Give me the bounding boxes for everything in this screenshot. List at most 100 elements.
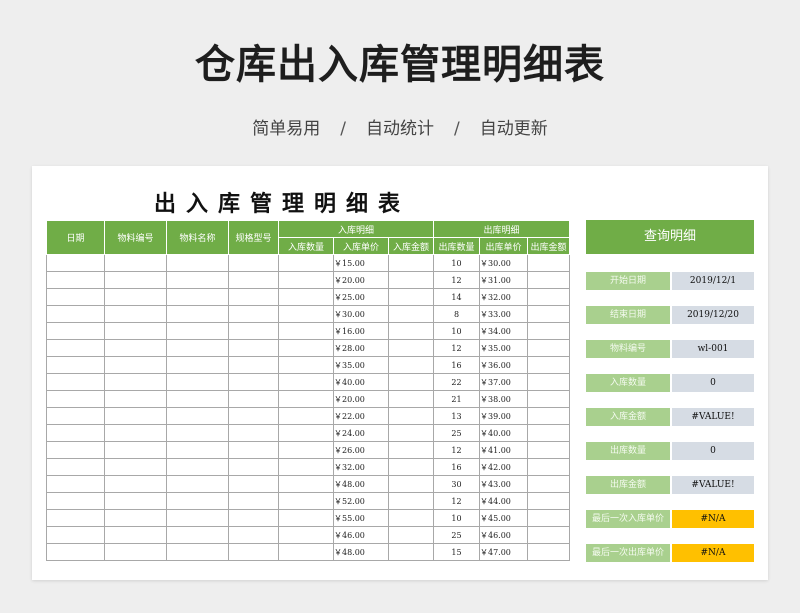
cell-date[interactable]	[46, 424, 105, 442]
cell-item-code[interactable]	[104, 322, 167, 340]
cell-date[interactable]	[46, 526, 105, 544]
query-field-value[interactable]: 2019/12/1	[672, 272, 754, 290]
cell-spec[interactable]	[228, 390, 279, 408]
cell-out-qty[interactable]: 15	[433, 543, 480, 561]
cell-spec[interactable]	[228, 407, 279, 425]
cell-in-qty[interactable]	[278, 322, 334, 340]
cell-item-code[interactable]	[104, 373, 167, 391]
cell-out-amount[interactable]	[527, 424, 570, 442]
cell-out-amount[interactable]	[527, 305, 570, 323]
cell-in-amount[interactable]	[388, 254, 434, 272]
cell-in-qty[interactable]	[278, 390, 334, 408]
cell-item-name[interactable]	[166, 390, 229, 408]
cell-item-name[interactable]	[166, 254, 229, 272]
cell-date[interactable]	[46, 373, 105, 391]
cell-in-amount[interactable]	[388, 356, 434, 374]
cell-item-name[interactable]	[166, 271, 229, 289]
cell-out-price[interactable]: ￥43.00	[479, 475, 528, 493]
cell-out-qty[interactable]: 12	[433, 492, 480, 510]
cell-date[interactable]	[46, 339, 105, 357]
col-header-in-amount[interactable]: 入库金额	[388, 237, 434, 255]
cell-out-price[interactable]: ￥38.00	[479, 390, 528, 408]
col-header-item-code[interactable]: 物料编号	[104, 220, 167, 255]
cell-date[interactable]	[46, 492, 105, 510]
cell-in-qty[interactable]	[278, 509, 334, 527]
cell-spec[interactable]	[228, 424, 279, 442]
cell-item-code[interactable]	[104, 509, 167, 527]
cell-in-qty[interactable]	[278, 271, 334, 289]
cell-out-qty[interactable]: 8	[433, 305, 480, 323]
cell-item-name[interactable]	[166, 322, 229, 340]
cell-out-price[interactable]: ￥34.00	[479, 322, 528, 340]
cell-in-amount[interactable]	[388, 509, 434, 527]
cell-in-price[interactable]: ￥52.00	[333, 492, 389, 510]
cell-in-qty[interactable]	[278, 492, 334, 510]
cell-out-qty[interactable]: 16	[433, 356, 480, 374]
cell-item-code[interactable]	[104, 526, 167, 544]
cell-out-qty[interactable]: 30	[433, 475, 480, 493]
cell-spec[interactable]	[228, 271, 279, 289]
cell-out-amount[interactable]	[527, 526, 570, 544]
cell-item-name[interactable]	[166, 509, 229, 527]
cell-out-qty[interactable]: 22	[433, 373, 480, 391]
cell-out-price[interactable]: ￥41.00	[479, 441, 528, 459]
cell-in-price[interactable]: ￥25.00	[333, 288, 389, 306]
col-header-in-price[interactable]: 入库单价	[333, 237, 389, 255]
cell-out-price[interactable]: ￥32.00	[479, 288, 528, 306]
cell-item-code[interactable]	[104, 441, 167, 459]
cell-item-name[interactable]	[166, 458, 229, 476]
cell-out-price[interactable]: ￥30.00	[479, 254, 528, 272]
cell-out-price[interactable]: ￥39.00	[479, 407, 528, 425]
col-group-outbound[interactable]: 出库明细	[433, 220, 570, 238]
cell-out-price[interactable]: ￥36.00	[479, 356, 528, 374]
cell-spec[interactable]	[228, 254, 279, 272]
col-header-spec[interactable]: 规格型号	[228, 220, 279, 255]
cell-item-name[interactable]	[166, 305, 229, 323]
cell-spec[interactable]	[228, 526, 279, 544]
cell-in-qty[interactable]	[278, 288, 334, 306]
cell-out-amount[interactable]	[527, 509, 570, 527]
cell-out-price[interactable]: ￥47.00	[479, 543, 528, 561]
cell-in-amount[interactable]	[388, 288, 434, 306]
cell-item-code[interactable]	[104, 424, 167, 442]
cell-out-qty[interactable]: 14	[433, 288, 480, 306]
cell-item-code[interactable]	[104, 458, 167, 476]
cell-out-amount[interactable]	[527, 339, 570, 357]
cell-in-qty[interactable]	[278, 305, 334, 323]
cell-spec[interactable]	[228, 373, 279, 391]
cell-in-price[interactable]: ￥26.00	[333, 441, 389, 459]
cell-in-price[interactable]: ￥48.00	[333, 475, 389, 493]
cell-item-code[interactable]	[104, 492, 167, 510]
cell-in-price[interactable]: ￥20.00	[333, 390, 389, 408]
cell-out-amount[interactable]	[527, 543, 570, 561]
cell-date[interactable]	[46, 322, 105, 340]
cell-date[interactable]	[46, 441, 105, 459]
cell-date[interactable]	[46, 475, 105, 493]
cell-out-amount[interactable]	[527, 407, 570, 425]
cell-in-qty[interactable]	[278, 526, 334, 544]
cell-out-price[interactable]: ￥33.00	[479, 305, 528, 323]
cell-out-amount[interactable]	[527, 373, 570, 391]
cell-in-qty[interactable]	[278, 254, 334, 272]
cell-item-code[interactable]	[104, 356, 167, 374]
cell-spec[interactable]	[228, 441, 279, 459]
query-field-value[interactable]: #VALUE!	[672, 408, 754, 426]
col-header-date[interactable]: 日期	[46, 220, 105, 255]
cell-out-qty[interactable]: 16	[433, 458, 480, 476]
cell-item-name[interactable]	[166, 424, 229, 442]
cell-item-name[interactable]	[166, 339, 229, 357]
cell-in-amount[interactable]	[388, 305, 434, 323]
cell-out-amount[interactable]	[527, 254, 570, 272]
cell-out-price[interactable]: ￥44.00	[479, 492, 528, 510]
cell-in-price[interactable]: ￥15.00	[333, 254, 389, 272]
cell-in-price[interactable]: ￥28.00	[333, 339, 389, 357]
cell-in-amount[interactable]	[388, 458, 434, 476]
cell-in-price[interactable]: ￥46.00	[333, 526, 389, 544]
cell-date[interactable]	[46, 543, 105, 561]
cell-out-price[interactable]: ￥35.00	[479, 339, 528, 357]
cell-in-amount[interactable]	[388, 424, 434, 442]
cell-spec[interactable]	[228, 492, 279, 510]
cell-out-price[interactable]: ￥31.00	[479, 271, 528, 289]
col-header-out-qty[interactable]: 出库数量	[433, 237, 480, 255]
cell-spec[interactable]	[228, 322, 279, 340]
